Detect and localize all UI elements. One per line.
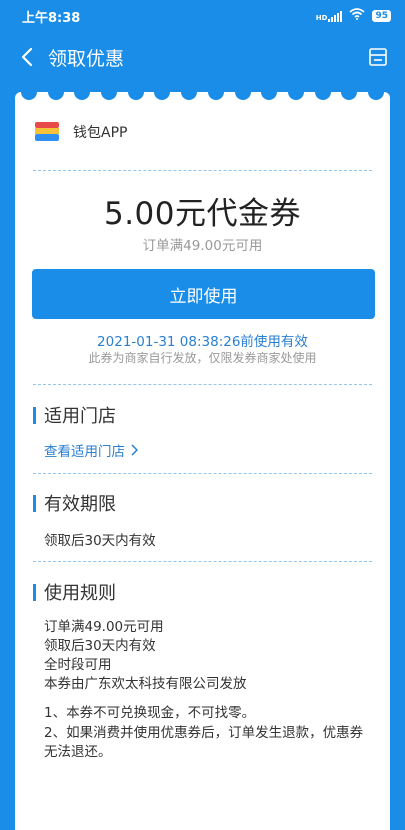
section-validity-title: 有效期限	[33, 490, 116, 516]
menu-button[interactable]	[363, 42, 393, 72]
use-now-button[interactable]: 立即使用	[32, 269, 375, 319]
nav-bar: 领取优惠	[0, 32, 405, 82]
status-bar: 上午8:38 HD 95	[0, 0, 405, 32]
list-item: 本券由广东欢太科技有限公司发放	[44, 676, 247, 692]
card-scallop-edge	[15, 92, 390, 100]
divider	[33, 561, 372, 562]
divider	[33, 384, 372, 385]
merchant-row: 钱包APP	[35, 122, 127, 142]
list-item: 2、如果消费并使用优惠券后，订单发生退款，优惠券无法退还。	[44, 725, 364, 760]
issuer-note: 此券为商家自行发放，仅限发券商家处使用	[88, 351, 317, 365]
back-button[interactable]	[12, 42, 42, 72]
list-item: 全时段可用	[44, 657, 112, 673]
coupon-amount: 5.00元代金券	[103, 196, 302, 232]
list-item: 领取后30天内有效	[44, 638, 156, 654]
validity-text: 领取后30天内有效	[44, 533, 156, 549]
divider	[33, 473, 372, 474]
chevron-left-icon	[21, 47, 33, 67]
view-stores-link[interactable]: 查看适用门店	[44, 440, 138, 460]
divider	[33, 170, 372, 171]
section-rules-title: 使用规则	[33, 579, 116, 605]
coupon-condition: 订单满49.00元可用	[142, 238, 263, 254]
battery-icon: 95	[372, 10, 391, 22]
page-title: 领取优惠	[48, 47, 125, 70]
status-time: 上午8:38	[22, 10, 81, 26]
wallet-logo-icon	[35, 122, 59, 142]
expire-text: 2021-01-31 08:38:26前使用有效	[97, 334, 308, 350]
notes-list: 1、本券不可兑换现金，不可找零。 2、如果消费并使用优惠券后，订单发生退款，优惠…	[44, 704, 370, 763]
wifi-icon	[349, 8, 366, 24]
chevron-right-icon	[131, 444, 138, 456]
signal-icon: HD	[316, 10, 343, 22]
status-icons: HD 95	[316, 8, 391, 24]
rules-list: 订单满49.00元可用 领取后30天内有效 全时段可用 本券由广东欢太科技有限公…	[44, 618, 247, 694]
list-item: 订单满49.00元可用	[44, 619, 164, 635]
merchant-name: 钱包APP	[73, 125, 128, 141]
list-item: 1、本券不可兑换现金，不可找零。	[44, 705, 256, 721]
receipt-icon	[369, 48, 387, 66]
section-stores-title: 适用门店	[33, 402, 116, 428]
coupon-card: 钱包APP 5.00元代金券 订单满49.00元可用 立即使用 2021-01-…	[15, 92, 390, 830]
